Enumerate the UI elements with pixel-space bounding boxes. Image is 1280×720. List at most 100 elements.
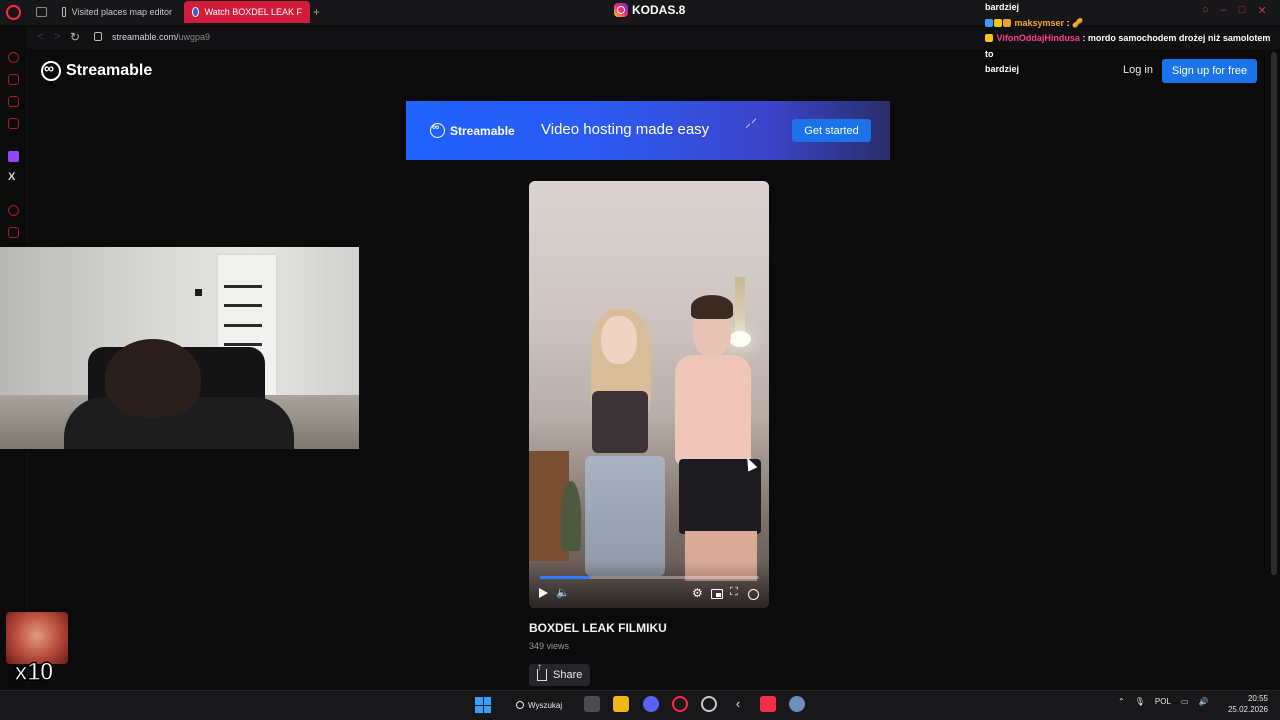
clock[interactable]: 20:55 25.02.2026 (1226, 693, 1268, 715)
play-icon[interactable] (539, 588, 548, 598)
chat-message: maksymser : 🥜 (985, 16, 1280, 32)
opera-gx-icon[interactable] (672, 696, 688, 712)
twitch-icon[interactable] (8, 151, 19, 162)
video-shadow (529, 561, 769, 608)
chevron-up-icon[interactable]: ⌃ (1118, 697, 1125, 706)
tab-visited-places[interactable]: Visited places map editor (54, 1, 180, 23)
video-person-right-torso (675, 355, 751, 465)
picture-in-picture-icon[interactable] (711, 589, 723, 599)
chat-message: VifonOddajHindusa : mordo samochodem dro… (985, 31, 1280, 62)
file-explorer-icon[interactable] (613, 696, 629, 712)
search-icon (516, 701, 524, 709)
system-tray: ⌃ 🎙 POL ▭ 🔊 (1118, 697, 1208, 706)
video-lamp-light (729, 331, 751, 347)
brand-name: Streamable (66, 62, 153, 79)
settings-app-icon[interactable] (789, 696, 805, 712)
x-twitter-icon[interactable]: X (8, 171, 15, 183)
video-plant (561, 481, 581, 551)
streamable-logo-icon (41, 60, 61, 81)
back-arrow-icon[interactable]: < (37, 31, 43, 43)
share-button[interactable]: Share (529, 662, 590, 686)
get-started-button[interactable]: Get started (792, 119, 871, 142)
forward-arrow-icon[interactable]: > (54, 31, 60, 43)
share-icon (537, 662, 547, 681)
badge-icon (985, 34, 993, 42)
windows-start-icon[interactable] (475, 697, 491, 713)
emote-multiplier: x10 (13, 657, 54, 687)
url-path: uwgpa9 (178, 32, 211, 42)
video-person-left-jeans (585, 456, 665, 576)
history-icon[interactable] (8, 52, 19, 63)
language-indicator[interactable]: POL (1155, 697, 1171, 706)
instagram-icon (614, 3, 628, 17)
webcam-overlay (0, 247, 359, 449)
volume-icon[interactable]: 🔈 (556, 586, 570, 599)
url-host: streamable.com/ (112, 32, 179, 42)
fullscreen-icon[interactable]: ⛶ (730, 586, 738, 599)
signup-button[interactable]: Sign up for free (1162, 59, 1257, 83)
video-title: BOXDEL LEAK FILMIKU (529, 621, 667, 635)
windows-taskbar (0, 690, 1280, 720)
webcam-wall-switch (195, 289, 202, 296)
clock-icon[interactable] (8, 205, 19, 216)
login-link[interactable]: Log in (1123, 64, 1153, 76)
network-icon[interactable]: ▭ (1181, 697, 1189, 706)
webcam-door-panel (224, 304, 262, 307)
emote-image (6, 612, 68, 664)
chat-text: bardziej (985, 2, 1020, 12)
badge-icon (994, 18, 1002, 27)
new-tab-button[interactable]: + (313, 5, 320, 19)
extensions-icon[interactable] (8, 74, 19, 85)
music-app-icon[interactable] (760, 696, 776, 712)
chat-username: maksymser (1014, 17, 1065, 28)
video-player[interactable] (529, 181, 769, 608)
opera-logo-icon[interactable] (6, 5, 21, 20)
instagram-overlay: KODAS.8 (614, 3, 685, 17)
back-app-icon[interactable]: ‹ (730, 696, 746, 712)
badge-icon (985, 18, 993, 27)
chat-text: : 🥜 (1066, 17, 1084, 28)
video-person-right-hair (691, 295, 733, 319)
badge-icon (1003, 18, 1011, 27)
tab-overview-icon[interactable] (36, 7, 47, 17)
gmail-icon[interactable] (8, 118, 19, 129)
speaker-icon[interactable]: 🔊 (1198, 697, 1208, 706)
video-person-left-top (592, 391, 648, 453)
page-scrollbar[interactable] (1271, 52, 1277, 575)
discord-icon[interactable] (643, 696, 659, 712)
bookmark-icon[interactable] (8, 227, 19, 238)
banner-tagline: Video hosting made easy (541, 121, 710, 138)
streamable-logo[interactable]: Streamable (41, 60, 153, 81)
time: 20:55 (1247, 694, 1268, 703)
webcam-door-panel (224, 285, 262, 288)
settings-gear-icon[interactable]: ⚙ (692, 586, 703, 600)
banner-logo: Streamable (430, 122, 515, 138)
webcam-door-panel (224, 343, 262, 346)
messenger-icon[interactable] (8, 96, 19, 107)
sparkle-icon: ⸝⸍ (745, 116, 758, 130)
document-icon (62, 7, 66, 17)
reload-icon[interactable]: ↻ (70, 30, 80, 44)
date: 25.02.2026 (1227, 705, 1268, 714)
instagram-handle: KODAS.8 (632, 3, 686, 17)
video-views: 349 views (529, 641, 570, 651)
tab-streamable[interactable]: Watch BOXDEL LEAK F (184, 1, 310, 23)
task-view-icon[interactable] (584, 696, 600, 712)
video-person-left-face (601, 316, 637, 364)
tab-label: Watch BOXDEL LEAK F (204, 7, 302, 17)
share-label: Share (553, 669, 583, 681)
tab-label: Visited places map editor (71, 7, 172, 17)
url-field[interactable]: streamable.com/uwgpa9 (112, 32, 210, 42)
streamable-favicon-icon (192, 7, 199, 17)
taskbar-search[interactable]: Wyszukaj (510, 696, 568, 714)
chat-text: bardziej (985, 64, 1020, 74)
search-label: Wyszukaj (528, 700, 563, 710)
webcam-streamer-head (105, 339, 201, 417)
steam-icon[interactable] (701, 696, 717, 712)
microphone-icon[interactable]: 🎙 (1135, 697, 1145, 706)
lock-icon[interactable] (94, 32, 102, 41)
chat-username: VifonOddajHindusa (996, 33, 1080, 43)
streamable-watermark-icon[interactable] (748, 589, 759, 600)
banner-brand: Streamable (450, 123, 515, 138)
chat-message: bardziej (985, 0, 1280, 16)
